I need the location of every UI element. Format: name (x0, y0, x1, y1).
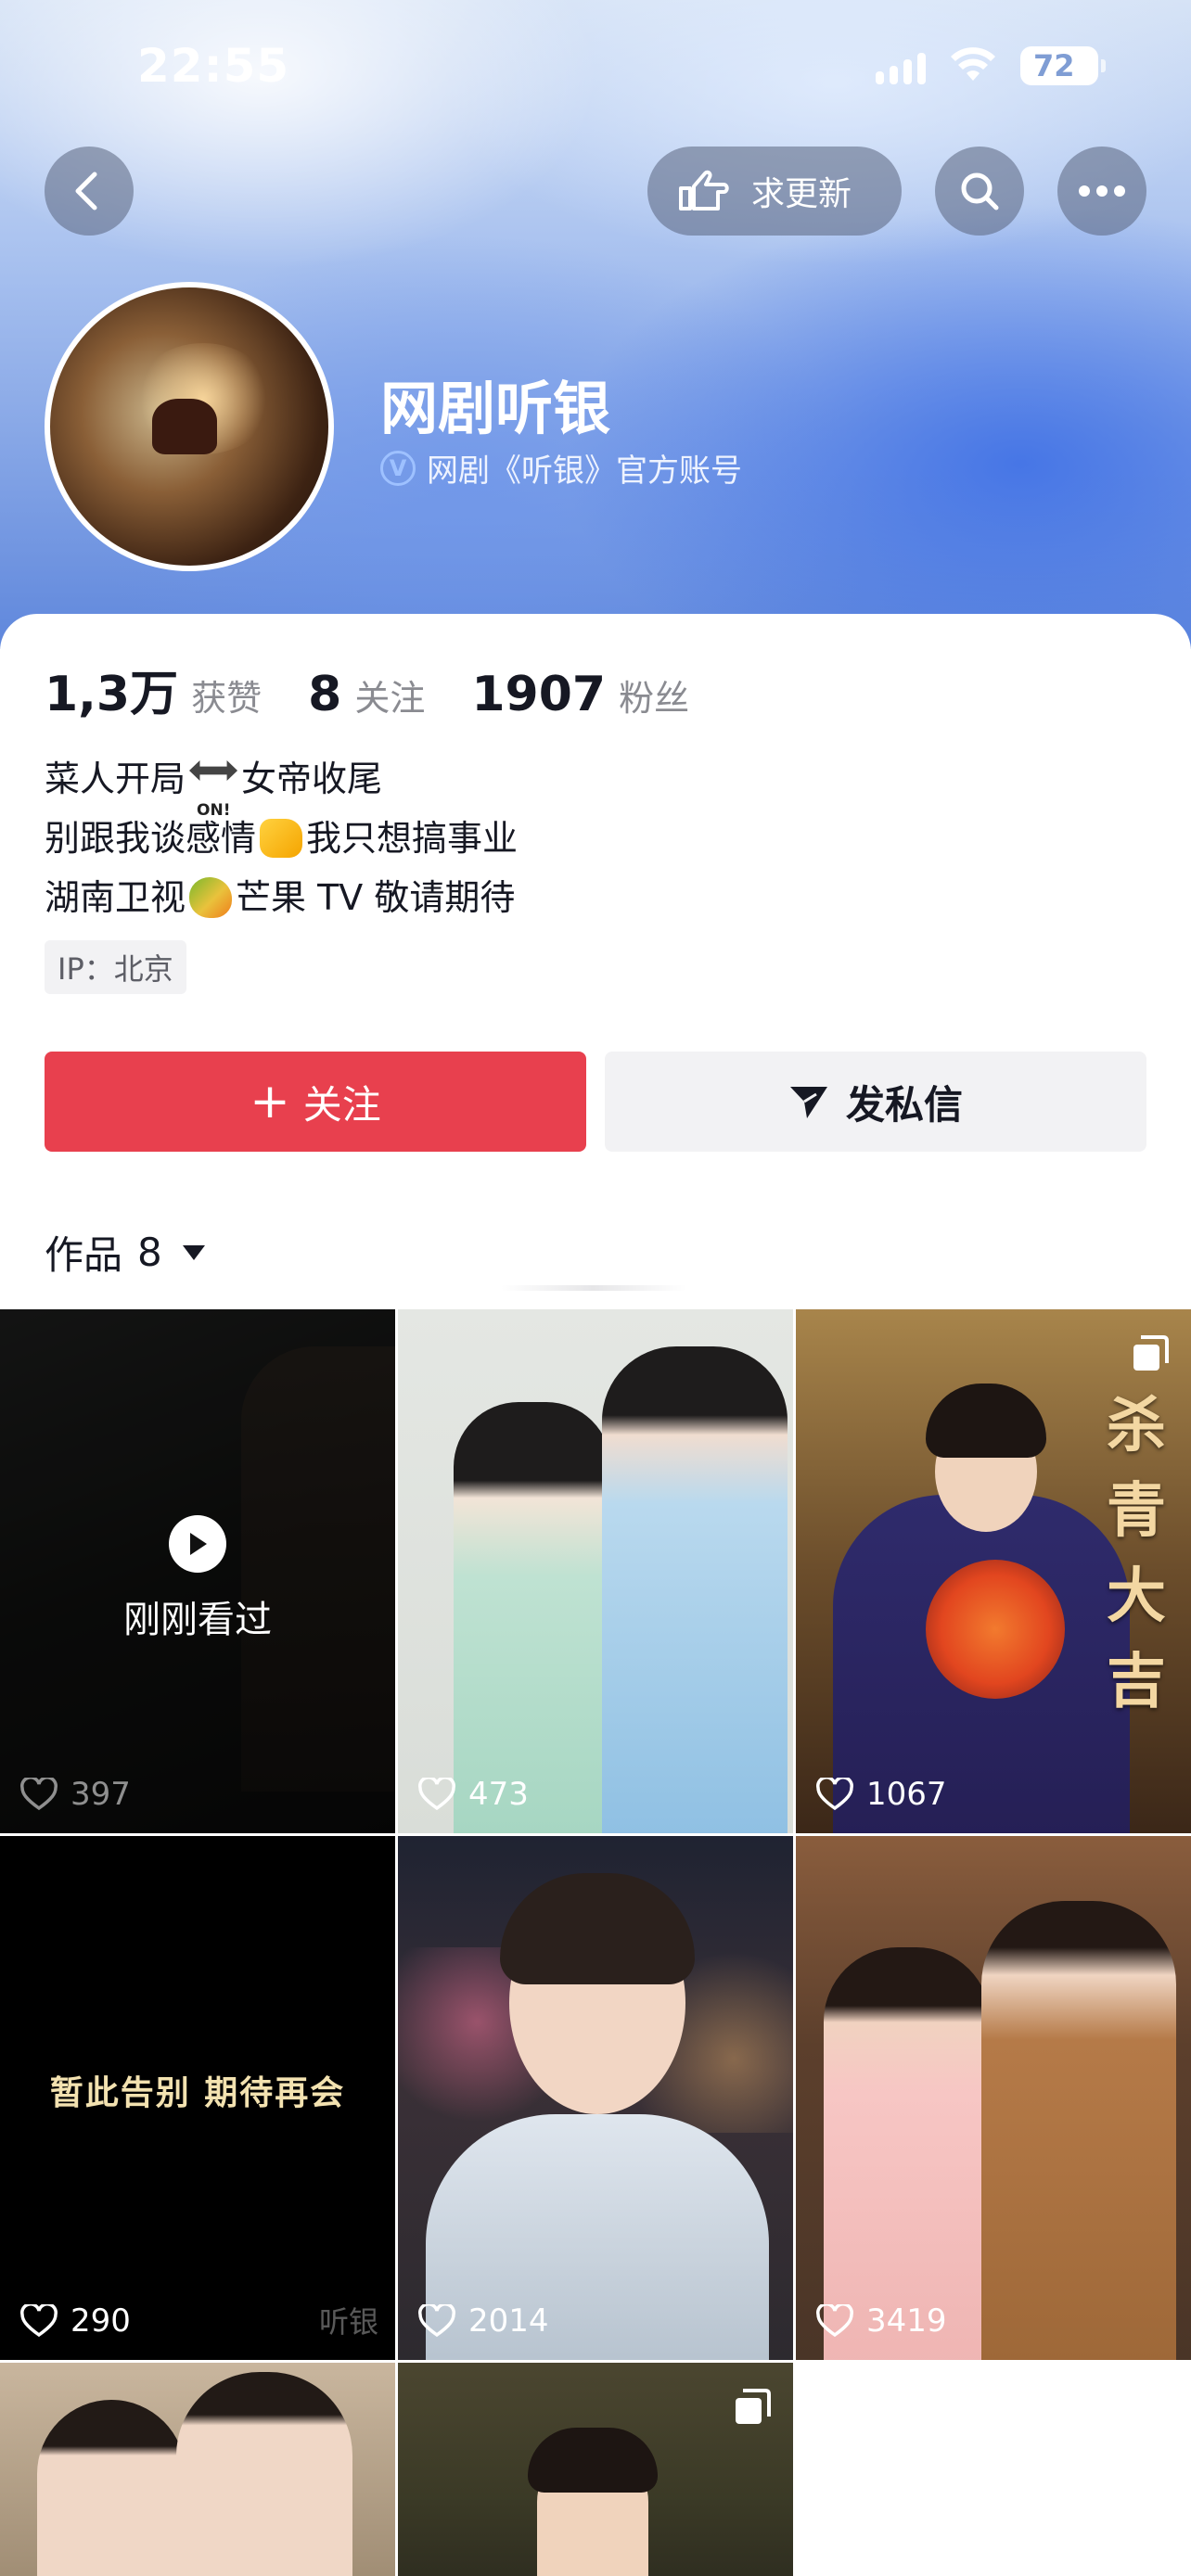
play-icon (169, 1515, 226, 1573)
bio-line-1: 菜人开局 ON! 女帝收尾 (45, 759, 383, 820)
heart-icon (816, 1778, 853, 1811)
works-tab[interactable]: 作品 8 (45, 1224, 205, 1281)
ip-location-chip: IP：北京 (45, 940, 186, 994)
signature-watermark: 听银 (318, 2304, 378, 2340)
plus-icon: + (250, 1074, 290, 1129)
video-tile[interactable] (0, 2363, 395, 2576)
farewell-caption: 暂此告别 期待再会 (49, 2074, 346, 2112)
search-icon (961, 172, 999, 210)
paper-plane-icon (789, 1087, 827, 1118)
back-icon (75, 172, 97, 210)
video-grid: 刚刚看过 397 473 杀青大吉 1067 暂此告别 期待再会 听银 290 (0, 1309, 1191, 2576)
stats-row: 1,3万 获赞 8 关注 1907 粉丝 (45, 655, 736, 724)
video-likes: 290 (20, 2302, 131, 2340)
video-tile[interactable]: 暂此告别 期待再会 听银 290 (0, 1836, 395, 2360)
fist-emoji-icon (260, 819, 303, 858)
works-label: 作品 (45, 1232, 123, 1278)
followers-label[interactable]: 粉丝 (619, 670, 689, 721)
recently-watched-label: 刚刚看过 (123, 1599, 272, 1641)
followers-count[interactable]: 1907 (471, 667, 606, 722)
status-time: 22:55 (137, 39, 290, 93)
video-likes: 397 (20, 1776, 131, 1813)
following-label[interactable]: 关注 (354, 670, 425, 721)
avatar[interactable] (45, 282, 334, 571)
more-button[interactable] (1057, 147, 1146, 236)
more-icon (1079, 185, 1125, 197)
likes-label: 获赞 (191, 678, 263, 719)
bio-line-3: 湖南卫视 芒果 TV 敬请期待 (45, 877, 516, 918)
works-count: 8 (137, 1230, 162, 1275)
avatar-image (50, 287, 328, 566)
video-tile[interactable]: 2014 (398, 1836, 793, 2360)
video-tile[interactable]: 3419 (796, 1836, 1191, 2360)
following-count[interactable]: 8 (308, 667, 341, 722)
wifi-icon (951, 47, 995, 81)
video-likes: 3419 (816, 2302, 947, 2340)
back-button[interactable] (45, 147, 134, 236)
battery-indicator: 72 (1020, 46, 1106, 85)
battery-level: 72 (1033, 48, 1075, 83)
heart-icon (816, 2304, 853, 2338)
message-button[interactable]: 发私信 (605, 1052, 1146, 1152)
wrap-up-calligraphy: 杀青大吉 (1107, 1391, 1166, 1716)
video-likes: 1067 (816, 1776, 947, 1813)
hand-pointer-icon (679, 170, 729, 210)
multi-image-icon (736, 2389, 771, 2424)
request-update-label: 求更新 (751, 175, 852, 213)
video-tile[interactable]: 刚刚看过 397 (0, 1309, 395, 1833)
search-button[interactable] (935, 147, 1024, 236)
video-tile[interactable] (398, 2363, 793, 2576)
video-likes: 2014 (418, 2302, 549, 2340)
bio: 菜人开局 ON! 女帝收尾 别跟我谈感情 我只想搞事业 湖南卫视 芒果 TV 敬… (45, 749, 518, 927)
verified-text: 网剧《听银》官方账号 (427, 453, 742, 490)
verified-row: V 网剧《听银》官方账号 (380, 445, 742, 491)
video-tile[interactable]: 473 (398, 1309, 793, 1833)
message-label: 发私信 (845, 1081, 963, 1128)
empty-tile (796, 2363, 1191, 2576)
multi-image-icon (1133, 1335, 1169, 1371)
signal-icon (876, 47, 926, 84)
tab-indicator (501, 1285, 686, 1291)
profile-name: 网剧听银 (380, 375, 611, 442)
heart-icon (418, 1778, 455, 1811)
follow-label: 关注 (302, 1081, 381, 1128)
caret-down-icon (182, 1244, 205, 1260)
request-update-button[interactable]: 求更新 (647, 147, 902, 236)
mango-emoji-icon (189, 877, 233, 918)
bio-line-2: 别跟我谈感情 我只想搞事业 (45, 818, 519, 859)
heart-icon (20, 2304, 58, 2338)
heart-icon (418, 2304, 455, 2338)
status-icons: 72 (876, 46, 1106, 85)
follow-button[interactable]: + 关注 (45, 1052, 586, 1152)
video-tile[interactable]: 杀青大吉 1067 (796, 1309, 1191, 1833)
verified-icon: V (380, 450, 416, 486)
likes-count: 1,3万 (45, 667, 179, 722)
on-arrow-emoji-icon: ON! (189, 760, 238, 820)
heart-icon (20, 1778, 58, 1811)
video-likes: 473 (418, 1776, 529, 1813)
